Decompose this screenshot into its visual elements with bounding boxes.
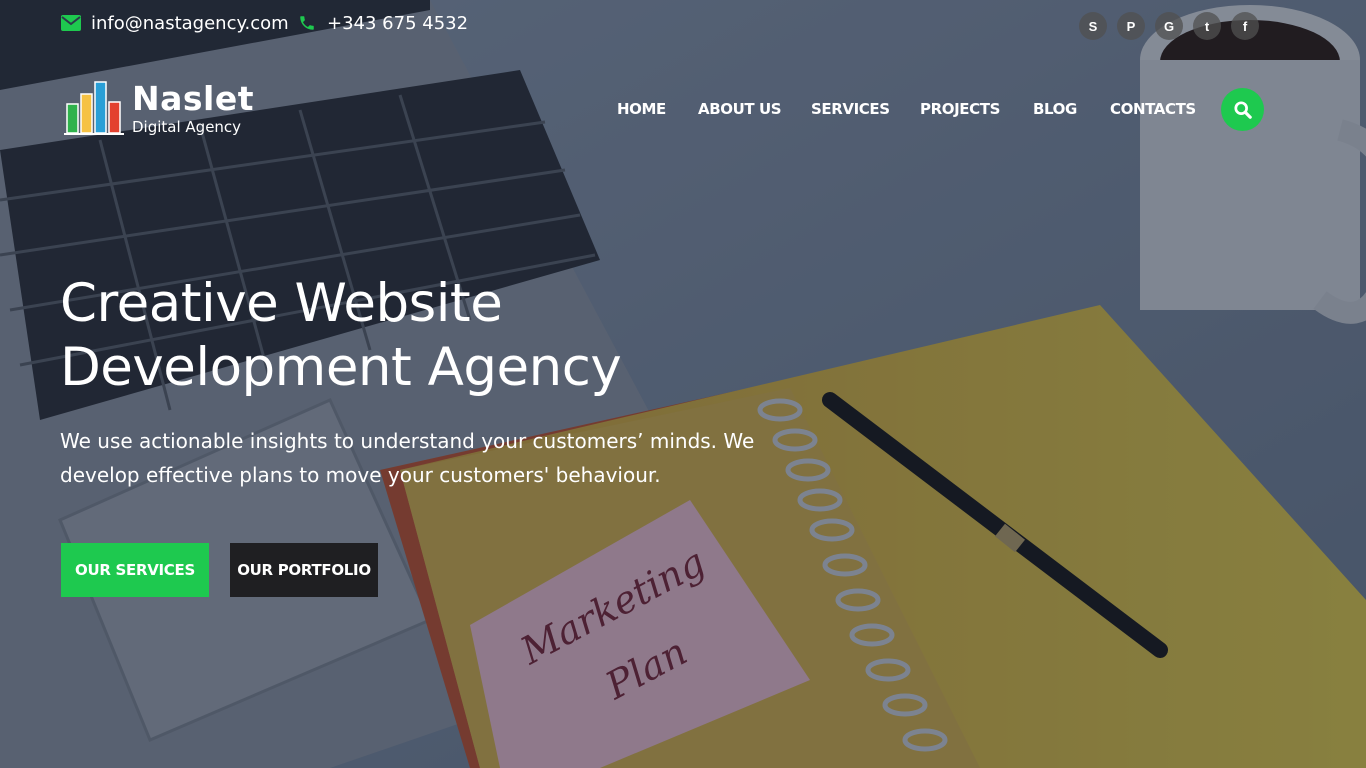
brand-tagline: Digital Agency [132,118,242,136]
social-links: S P G t f [1079,12,1259,40]
phone-text[interactable]: +343 675 4532 [327,13,468,34]
nav-services[interactable]: SERVICES [811,100,890,118]
google-icon[interactable]: G [1155,12,1183,40]
headline-line2: Development Agency [60,337,622,398]
our-services-button[interactable]: OUR SERVICES [61,543,209,597]
nav-projects[interactable]: PROJECTS [920,100,1000,118]
phone-contact[interactable]: +343 675 4532 [296,12,468,34]
nav-blog[interactable]: BLOG [1033,100,1077,118]
email-text[interactable]: info@nastagency.com [91,13,289,34]
pinterest-icon[interactable]: P [1117,12,1145,40]
hero-headline: Creative Website Development Agency [60,272,820,400]
site-logo[interactable]: Naslet Digital Agency [64,80,254,136]
nav-about-us[interactable]: ABOUT US [698,100,782,118]
search-icon [1233,100,1252,119]
brand-name: Naslet [132,79,254,118]
phone-icon [296,12,318,34]
email-contact[interactable]: info@nastagency.com [60,12,289,34]
headline-line1: Creative Website [60,273,503,334]
our-portfolio-button[interactable]: OUR PORTFOLIO [230,543,378,597]
top-bar: info@nastagency.com +343 675 4532 S P G … [0,0,1366,50]
twitter-icon[interactable]: t [1193,12,1221,40]
bar-chart-logo-icon [64,81,124,135]
search-button[interactable] [1221,88,1264,131]
nav-contacts[interactable]: CONTACTS [1110,100,1196,118]
facebook-icon[interactable]: f [1231,12,1259,40]
envelope-icon [60,12,82,34]
nav-home[interactable]: HOME [617,100,666,118]
hero-section: Marketing Plan info@nastagency.com +343 … [0,0,1366,768]
hero-subtitle: We use actionable insights to understand… [60,429,755,487]
skype-icon[interactable]: S [1079,12,1107,40]
